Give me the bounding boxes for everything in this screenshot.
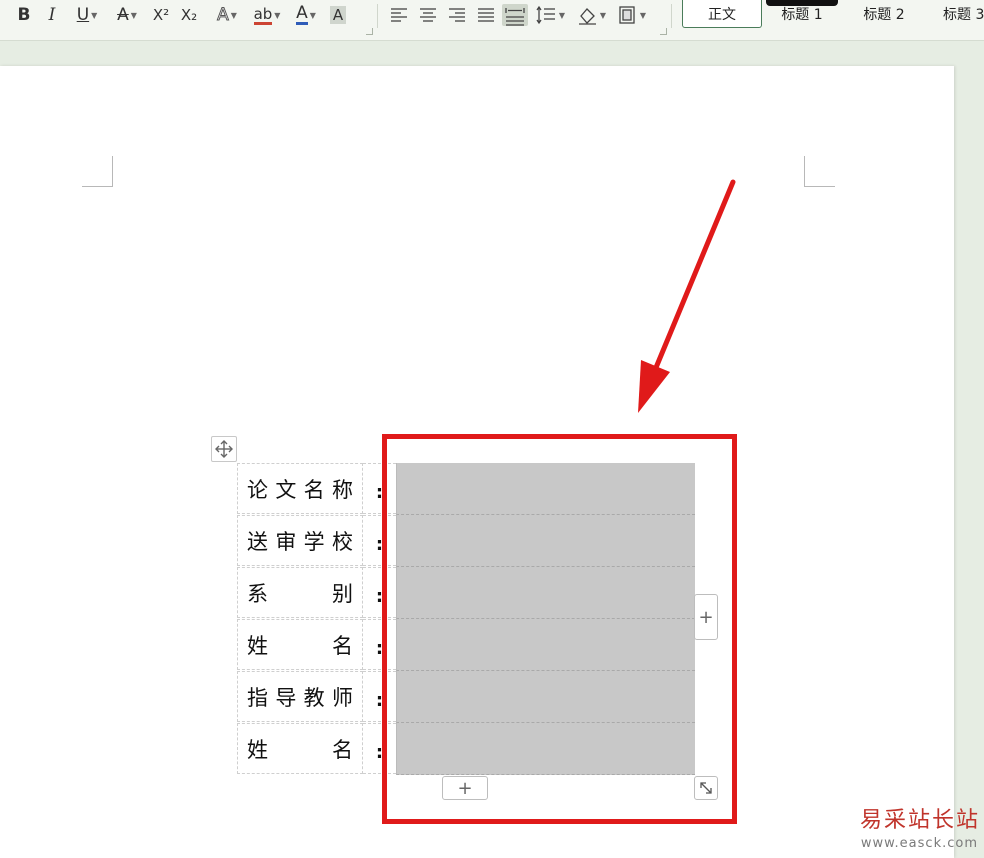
label-char: 姓: [247, 633, 268, 658]
chevron-down-icon: ▼: [599, 10, 607, 20]
style-heading-3-label: 标题 3: [943, 6, 984, 23]
paragraph-dialog-launcher-icon[interactable]: [660, 28, 667, 35]
label-char: 师: [331, 685, 353, 710]
chevron-down-icon: ▼: [230, 10, 237, 20]
font-dialog-launcher-icon[interactable]: [366, 28, 373, 35]
char-shading-button[interactable]: A: [328, 4, 348, 26]
chevron-down-icon: ▼: [309, 10, 316, 20]
italic-button[interactable]: I: [42, 4, 62, 26]
distribute-icon[interactable]: [502, 4, 528, 26]
row-label-cell[interactable]: 论文名称: [237, 463, 363, 514]
row-label-cell[interactable]: 姓名: [237, 723, 363, 774]
highlight-icon: ab: [253, 4, 273, 25]
watermark-text: 易采站长站: [859, 808, 980, 833]
label-char: 审: [275, 529, 297, 554]
chevron-down-icon: ▼: [274, 10, 281, 20]
line-spacing-icon: [536, 5, 555, 25]
border-button[interactable]: ▼: [614, 4, 648, 26]
style-heading-1[interactable]: 标题 1: [766, 0, 838, 27]
subscript-button[interactable]: X₂: [178, 4, 200, 26]
font-color-icon: A: [296, 3, 308, 25]
chevron-down-icon: ▼: [91, 10, 98, 20]
strikethrough-button[interactable]: A ▼: [110, 4, 144, 26]
toolbar-divider: [377, 4, 378, 28]
line-spacing-button[interactable]: ▼: [533, 4, 567, 26]
label-char: 称: [331, 477, 353, 502]
label-char: 校: [331, 529, 353, 554]
label-char: 姓: [247, 737, 268, 762]
strikethrough-icon: A: [117, 5, 129, 25]
row-label-cell[interactable]: 姓名: [237, 619, 363, 670]
annotation-arrow-icon: [638, 179, 736, 413]
label-char: 指: [247, 685, 268, 710]
paint-bucket-icon: [578, 8, 596, 25]
underline-icon: U: [76, 5, 90, 25]
text-effect-button[interactable]: A ▼: [210, 4, 244, 26]
label-char: 导: [275, 685, 297, 710]
formatting-toolbar: B I U ▼ A ▼ X² X₂ A ▼ ab ▼ A ▼ A ▼ ▼ ▼ 正文 标题 …: [0, 0, 984, 41]
bold-button[interactable]: B: [14, 4, 34, 26]
label-char: 送: [247, 529, 268, 554]
annotation-highlight-box: [382, 434, 737, 824]
align-left-icon[interactable]: [388, 4, 410, 26]
label-char: 文: [275, 477, 297, 502]
move-arrows-icon: [215, 440, 233, 458]
border-icon: [619, 6, 635, 24]
margin-crop-mark-top-right: [804, 156, 835, 187]
label-char: 别: [332, 581, 353, 606]
chevron-down-icon: ▼: [130, 10, 137, 20]
style-heading-2[interactable]: 标题 2: [846, 0, 922, 27]
style-normal[interactable]: 正文: [682, 0, 762, 28]
font-color-button[interactable]: A ▼: [290, 4, 322, 26]
align-center-icon[interactable]: [417, 4, 439, 26]
table-move-handle[interactable]: [211, 436, 237, 462]
text-effect-icon: A: [217, 5, 230, 26]
chevron-down-icon: ▼: [558, 10, 566, 20]
margin-crop-mark-top-left: [82, 156, 113, 187]
toolbar-divider: [671, 4, 672, 28]
label-char: 名: [332, 737, 353, 762]
char-shading-icon: A: [329, 6, 347, 24]
align-right-icon[interactable]: [446, 4, 468, 26]
shading-button[interactable]: ▼: [574, 4, 608, 26]
row-label-cell[interactable]: 送审学校: [237, 515, 363, 566]
label-char: 名: [303, 477, 325, 502]
label-char: 学: [303, 529, 325, 554]
label-char: 系: [247, 581, 268, 606]
watermark-url: www.easck.com: [860, 836, 978, 851]
site-watermark: 易采站长站 www.easck.com: [859, 802, 984, 858]
highlight-button[interactable]: ab ▼: [250, 4, 284, 26]
superscript-button[interactable]: X²: [150, 4, 172, 26]
justify-icon[interactable]: [475, 4, 497, 26]
chevron-down-icon: ▼: [639, 10, 647, 20]
row-label-cell[interactable]: 系别: [237, 567, 363, 618]
label-char: 论: [247, 477, 268, 502]
style-heading-3[interactable]: 标题 3: [930, 0, 984, 27]
underline-button[interactable]: U ▼: [70, 4, 104, 26]
row-label-cell[interactable]: 指导教师: [237, 671, 363, 722]
label-char: 名: [332, 633, 353, 658]
label-char: 教: [303, 685, 325, 710]
